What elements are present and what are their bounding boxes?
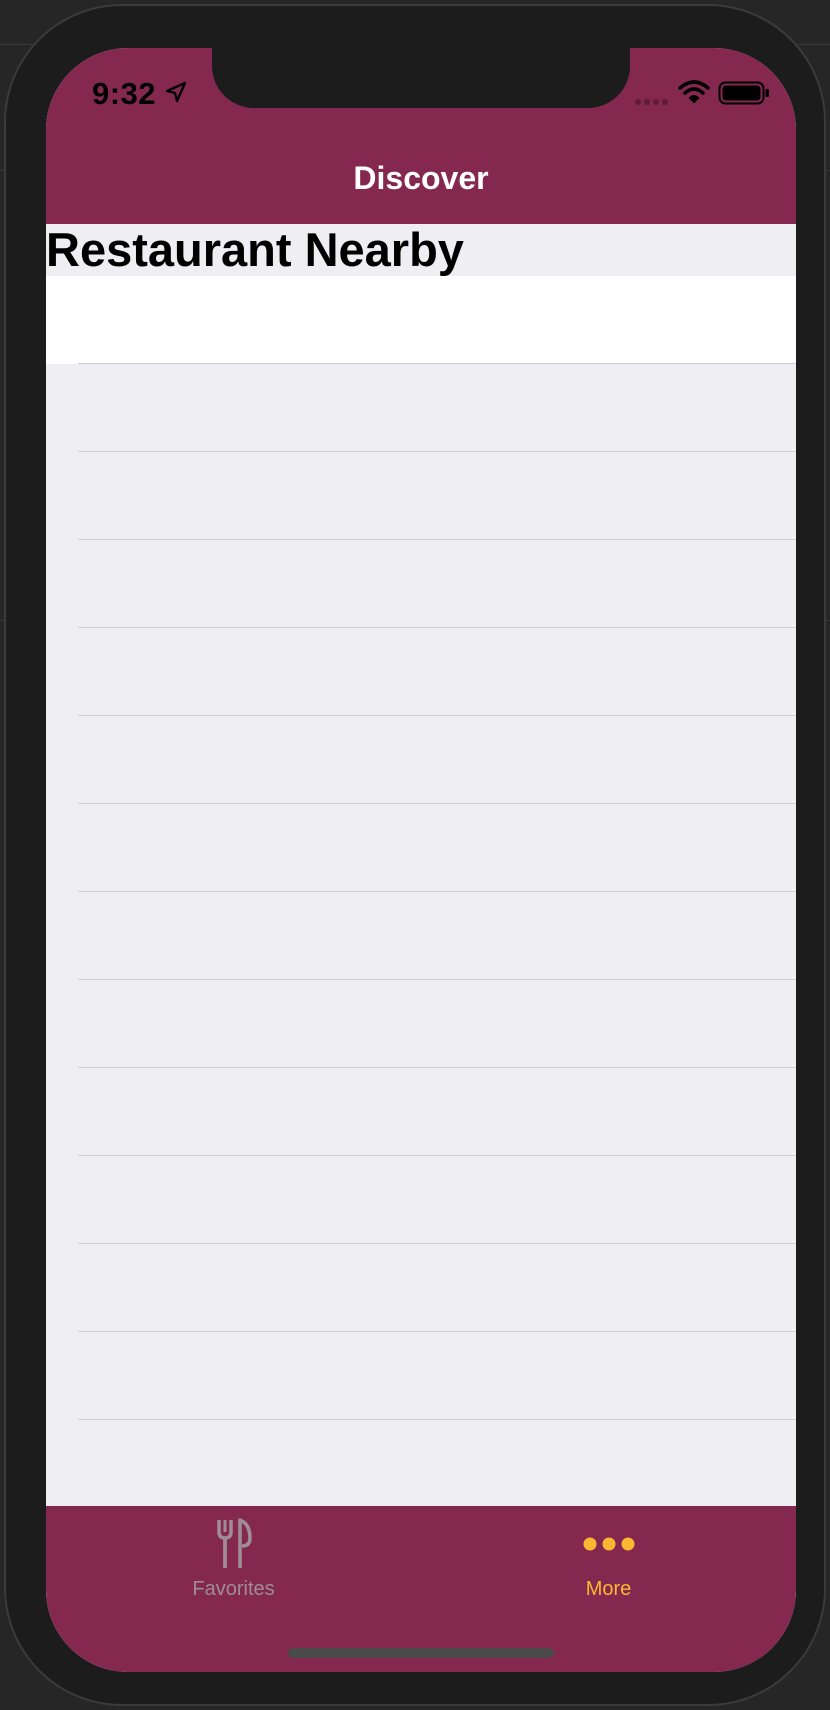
table-row[interactable] [46,1156,796,1244]
device-notch [212,48,630,108]
location-arrow-icon [165,81,187,103]
restaurant-list[interactable] [46,276,796,1596]
tab-label-favorites: Favorites [192,1578,275,1600]
table-row[interactable] [46,804,796,892]
tab-favorites[interactable]: Favorites [46,1506,421,1616]
table-row[interactable] [46,892,796,980]
table-row[interactable] [46,628,796,716]
wifi-icon [678,80,710,104]
table-row[interactable] [46,1332,796,1420]
table-row[interactable] [46,452,796,540]
more-dots-icon [583,1537,634,1551]
table-row[interactable] [46,1420,796,1508]
tab-more[interactable]: More [421,1506,796,1616]
section-header: Restaurant Nearby [46,224,796,276]
phone-frame: 9:32 Discover Restaurant Nearby Favorite… [4,4,826,1706]
table-row[interactable] [46,716,796,804]
table-row[interactable] [46,1244,796,1332]
table-row[interactable] [46,540,796,628]
navigation-header: 9:32 Discover [46,48,796,224]
status-time: 9:32 [92,76,157,111]
tab-label-more: More [585,1578,632,1600]
app-screen: 9:32 Discover Restaurant Nearby Favorite… [46,48,796,1672]
table-row[interactable] [46,364,796,452]
table-row[interactable] [46,276,796,364]
battery-icon [718,81,769,105]
page-title: Discover [353,160,489,196]
status-bar: 9:32 [46,48,796,138]
fork-knife-icon [216,1518,252,1568]
table-row[interactable] [46,1068,796,1156]
home-indicator[interactable] [288,1648,554,1658]
signal-icon [635,99,668,105]
section-title: Restaurant Nearby [46,223,464,276]
tab-bar: Favorites More [46,1506,796,1672]
table-row[interactable] [46,980,796,1068]
